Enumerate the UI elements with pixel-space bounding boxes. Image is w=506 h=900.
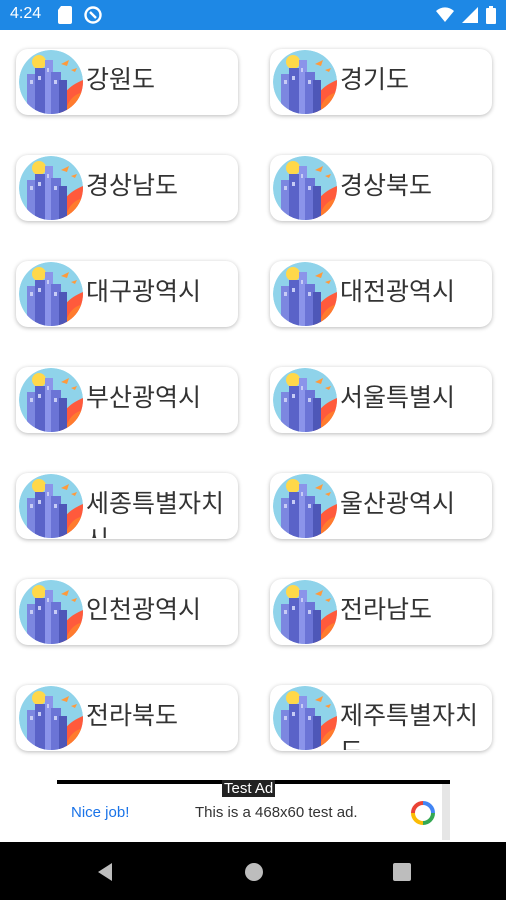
home-icon[interactable] bbox=[242, 860, 266, 884]
region-label: 전라북도 bbox=[86, 701, 179, 730]
navigation-bar bbox=[0, 842, 506, 900]
region-label: 경상남도 bbox=[86, 171, 179, 200]
region-card[interactable]: 경상북도 bbox=[270, 155, 492, 221]
city-icon bbox=[19, 262, 83, 326]
ad-edge bbox=[442, 784, 450, 840]
city-icon bbox=[273, 50, 337, 114]
region-label: 인천광역시 bbox=[86, 595, 202, 624]
region-label: 울산광역시 bbox=[340, 489, 456, 518]
region-card[interactable]: 울산광역시 bbox=[270, 473, 492, 539]
city-icon bbox=[19, 156, 83, 220]
city-icon bbox=[19, 580, 83, 644]
ad-test-label: Test Ad bbox=[222, 780, 276, 797]
city-icon bbox=[19, 50, 83, 114]
region-card[interactable]: 경기도 bbox=[270, 49, 492, 115]
status-bar: 4:24 bbox=[0, 0, 506, 30]
region-grid: 강원도 경기도 경상남도 경상북도 대구광역시 대전광역시 부산광역시 서울특별… bbox=[0, 30, 506, 778]
recents-icon[interactable] bbox=[390, 860, 414, 884]
region-card[interactable]: 부산광역시 bbox=[16, 367, 238, 433]
city-icon bbox=[273, 474, 337, 538]
region-label: 경기도 bbox=[340, 65, 410, 94]
region-label: 전라남도 bbox=[340, 595, 433, 624]
region-label: 서울특별시 bbox=[340, 383, 456, 412]
region-label: 강원도 bbox=[86, 65, 156, 94]
wifi-icon bbox=[436, 7, 454, 27]
region-card[interactable]: 경상남도 bbox=[16, 155, 238, 221]
ad-description[interactable]: This is a 468x60 test ad. bbox=[195, 804, 358, 821]
battery-icon bbox=[486, 6, 496, 28]
status-time: 4:24 bbox=[10, 5, 42, 22]
city-icon bbox=[19, 368, 83, 432]
back-icon[interactable] bbox=[94, 860, 118, 884]
region-label: 부산광역시 bbox=[86, 383, 202, 412]
region-card[interactable]: 서울특별시 bbox=[270, 367, 492, 433]
region-card[interactable]: 세종특별자치시 bbox=[16, 473, 238, 539]
region-card[interactable]: 인천광역시 bbox=[16, 579, 238, 645]
city-icon bbox=[273, 156, 337, 220]
region-label: 제주특별자치도 bbox=[340, 701, 479, 750]
region-card[interactable]: 전라남도 bbox=[270, 579, 492, 645]
ad-logo-icon[interactable] bbox=[410, 800, 436, 826]
sd-card-icon bbox=[58, 6, 76, 24]
region-label: 세종특별자치시 bbox=[86, 489, 225, 538]
signal-icon bbox=[462, 7, 478, 27]
region-label: 대전광역시 bbox=[340, 277, 456, 306]
region-card[interactable]: 대전광역시 bbox=[270, 261, 492, 327]
region-label: 대구광역시 bbox=[86, 277, 202, 306]
city-icon bbox=[273, 262, 337, 326]
region-label: 경상북도 bbox=[340, 171, 433, 200]
city-icon bbox=[273, 368, 337, 432]
city-icon bbox=[19, 686, 83, 750]
ad-banner[interactable]: Test Ad Nice job! This is a 468x60 test … bbox=[57, 780, 450, 840]
region-card[interactable]: 강원도 bbox=[16, 49, 238, 115]
region-card[interactable]: 대구광역시 bbox=[16, 261, 238, 327]
do-not-disturb-icon bbox=[84, 6, 102, 24]
region-card[interactable]: 제주특별자치도 bbox=[270, 685, 492, 751]
city-icon bbox=[19, 474, 83, 538]
ad-headline[interactable]: Nice job! bbox=[71, 804, 129, 821]
region-card[interactable]: 전라북도 bbox=[16, 685, 238, 751]
city-icon bbox=[273, 686, 337, 750]
city-icon bbox=[273, 580, 337, 644]
